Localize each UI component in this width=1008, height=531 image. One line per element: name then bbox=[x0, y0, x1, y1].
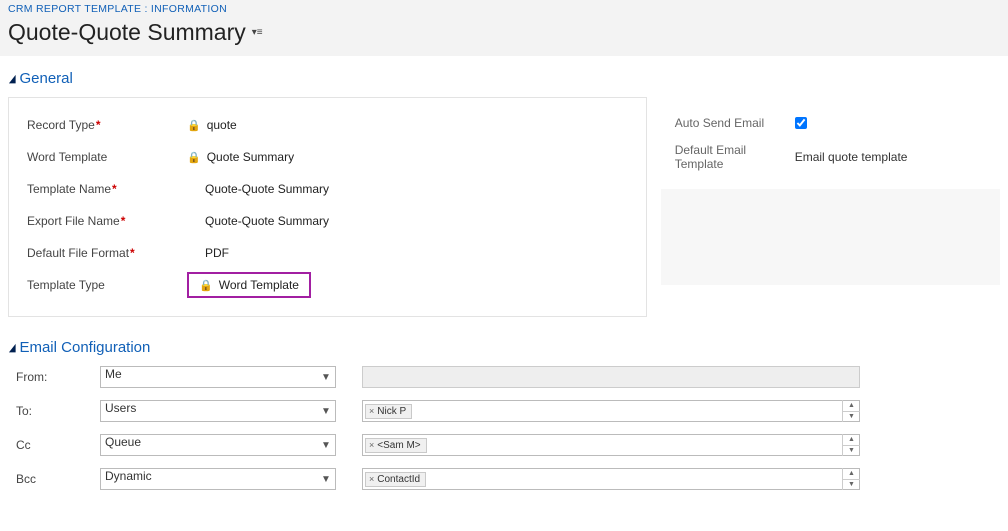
label-record-type: Record Type* bbox=[27, 118, 187, 132]
general-panel-right-fields: Auto Send Email Default Email Template E… bbox=[661, 97, 1000, 189]
label-template-name: Template Name* bbox=[27, 182, 187, 196]
select-to[interactable]: Users bbox=[100, 400, 336, 422]
section-title-email: Email Configuration bbox=[19, 339, 150, 356]
general-panel-right-notes[interactable] bbox=[661, 189, 1000, 285]
general-body: Record Type* 🔒 quote Word Template 🔒 Quo… bbox=[8, 97, 1000, 317]
field-template-type: Template Type 🔒 Word Template bbox=[27, 270, 628, 300]
spinner-down-icon[interactable]: ▼ bbox=[843, 446, 860, 457]
field-auto-send-email: Auto Send Email bbox=[675, 107, 986, 139]
email-row-to: To: Users ▼ ×Nick P ▲▼ bbox=[8, 400, 1000, 422]
tokens-from-wrap bbox=[362, 366, 860, 388]
lock-icon: 🔒 bbox=[187, 119, 201, 132]
tokens-to-wrap[interactable]: ×Nick P ▲▼ bbox=[362, 400, 860, 422]
collapse-caret-icon: ◢ bbox=[9, 341, 16, 354]
label-from: From: bbox=[16, 370, 100, 384]
email-row-bcc: Bcc Dynamic ▼ ×ContactId ▲▼ bbox=[8, 468, 1000, 490]
token-remove-icon[interactable]: × bbox=[369, 406, 374, 416]
token-to-0[interactable]: ×Nick P bbox=[365, 404, 412, 419]
select-cc-wrap[interactable]: Queue ▼ bbox=[100, 434, 336, 456]
spinner-up-icon[interactable]: ▲ bbox=[843, 400, 860, 412]
email-row-from: From: Me ▼ bbox=[8, 366, 1000, 388]
section-header-general[interactable]: ◢ General bbox=[8, 70, 1000, 87]
content: ◢ General Record Type* 🔒 quote Word Temp… bbox=[0, 56, 1008, 530]
field-default-file-format: Default File Format* PDF bbox=[27, 238, 628, 268]
token-remove-icon[interactable]: × bbox=[369, 474, 374, 484]
label-to: To: bbox=[16, 404, 100, 418]
label-cc: Cc bbox=[16, 438, 100, 452]
select-from-wrap[interactable]: Me ▼ bbox=[100, 366, 336, 388]
label-word-template: Word Template bbox=[27, 150, 187, 164]
value-template-name[interactable]: Quote-Quote Summary bbox=[205, 182, 329, 196]
spinner-cc[interactable]: ▲▼ bbox=[842, 434, 860, 456]
field-default-email-template: Default Email Template Email quote templ… bbox=[675, 141, 986, 173]
lock-icon: 🔒 bbox=[199, 279, 213, 292]
collapse-caret-icon: ◢ bbox=[9, 72, 16, 85]
spinner-to[interactable]: ▲▼ bbox=[842, 400, 860, 422]
spinner-down-icon[interactable]: ▼ bbox=[843, 412, 860, 423]
label-auto-send-email: Auto Send Email bbox=[675, 116, 795, 130]
section-header-email[interactable]: ◢ Email Configuration bbox=[8, 339, 1000, 356]
section-title-general: General bbox=[19, 70, 72, 87]
spinner-up-icon[interactable]: ▲ bbox=[843, 468, 860, 480]
header-band: CRM REPORT TEMPLATE : INFORMATION Quote-… bbox=[0, 0, 1008, 56]
select-bcc-wrap[interactable]: Dynamic ▼ bbox=[100, 468, 336, 490]
select-from[interactable]: Me bbox=[100, 366, 336, 388]
value-word-template[interactable]: Quote Summary bbox=[207, 150, 294, 164]
tokens-from bbox=[362, 366, 860, 388]
general-panel-left: Record Type* 🔒 quote Word Template 🔒 Quo… bbox=[8, 97, 647, 317]
label-default-email-template: Default Email Template bbox=[675, 143, 795, 171]
spinner-up-icon[interactable]: ▲ bbox=[843, 434, 860, 446]
tokens-cc[interactable]: ×<Sam M> bbox=[362, 434, 860, 456]
select-to-wrap[interactable]: Users ▼ bbox=[100, 400, 336, 422]
breadcrumb: CRM REPORT TEMPLATE : INFORMATION bbox=[8, 3, 1000, 15]
value-export-file-name[interactable]: Quote-Quote Summary bbox=[205, 214, 329, 228]
select-bcc[interactable]: Dynamic bbox=[100, 468, 336, 490]
email-section: ◢ Email Configuration From: Me ▼ To: Use… bbox=[8, 339, 1000, 490]
tokens-to[interactable]: ×Nick P bbox=[362, 400, 860, 422]
select-cc[interactable]: Queue bbox=[100, 434, 336, 456]
field-record-type: Record Type* 🔒 quote bbox=[27, 110, 628, 140]
token-remove-icon[interactable]: × bbox=[369, 440, 374, 450]
template-type-highlight: 🔒 Word Template bbox=[187, 272, 311, 298]
label-default-file-format: Default File Format* bbox=[27, 246, 187, 260]
label-template-type: Template Type bbox=[27, 278, 187, 292]
page-title: Quote-Quote Summary bbox=[8, 19, 246, 46]
field-template-name: Template Name* Quote-Quote Summary bbox=[27, 174, 628, 204]
value-record-type[interactable]: quote bbox=[207, 118, 237, 132]
spinner-bcc[interactable]: ▲▼ bbox=[842, 468, 860, 490]
title-row: Quote-Quote Summary ▾≡ bbox=[8, 19, 1000, 46]
token-bcc-0[interactable]: ×ContactId bbox=[365, 472, 426, 487]
lock-icon: 🔒 bbox=[187, 151, 201, 164]
label-export-file-name: Export File Name* bbox=[27, 214, 187, 228]
value-template-type[interactable]: Word Template bbox=[219, 278, 299, 292]
email-row-cc: Cc Queue ▼ ×<Sam M> ▲▼ bbox=[8, 434, 1000, 456]
tokens-bcc-wrap[interactable]: ×ContactId ▲▼ bbox=[362, 468, 860, 490]
title-menu-icon[interactable]: ▾≡ bbox=[252, 27, 263, 38]
tokens-cc-wrap[interactable]: ×<Sam M> ▲▼ bbox=[362, 434, 860, 456]
spinner-down-icon[interactable]: ▼ bbox=[843, 480, 860, 491]
field-export-file-name: Export File Name* Quote-Quote Summary bbox=[27, 206, 628, 236]
value-default-file-format[interactable]: PDF bbox=[205, 246, 229, 260]
token-cc-0[interactable]: ×<Sam M> bbox=[365, 438, 427, 453]
general-panel-right: Auto Send Email Default Email Template E… bbox=[661, 97, 1000, 317]
field-word-template: Word Template 🔒 Quote Summary bbox=[27, 142, 628, 172]
label-bcc: Bcc bbox=[16, 472, 100, 486]
value-default-email-template[interactable]: Email quote template bbox=[795, 150, 908, 164]
tokens-bcc[interactable]: ×ContactId bbox=[362, 468, 860, 490]
checkbox-auto-send-email[interactable] bbox=[795, 117, 807, 129]
